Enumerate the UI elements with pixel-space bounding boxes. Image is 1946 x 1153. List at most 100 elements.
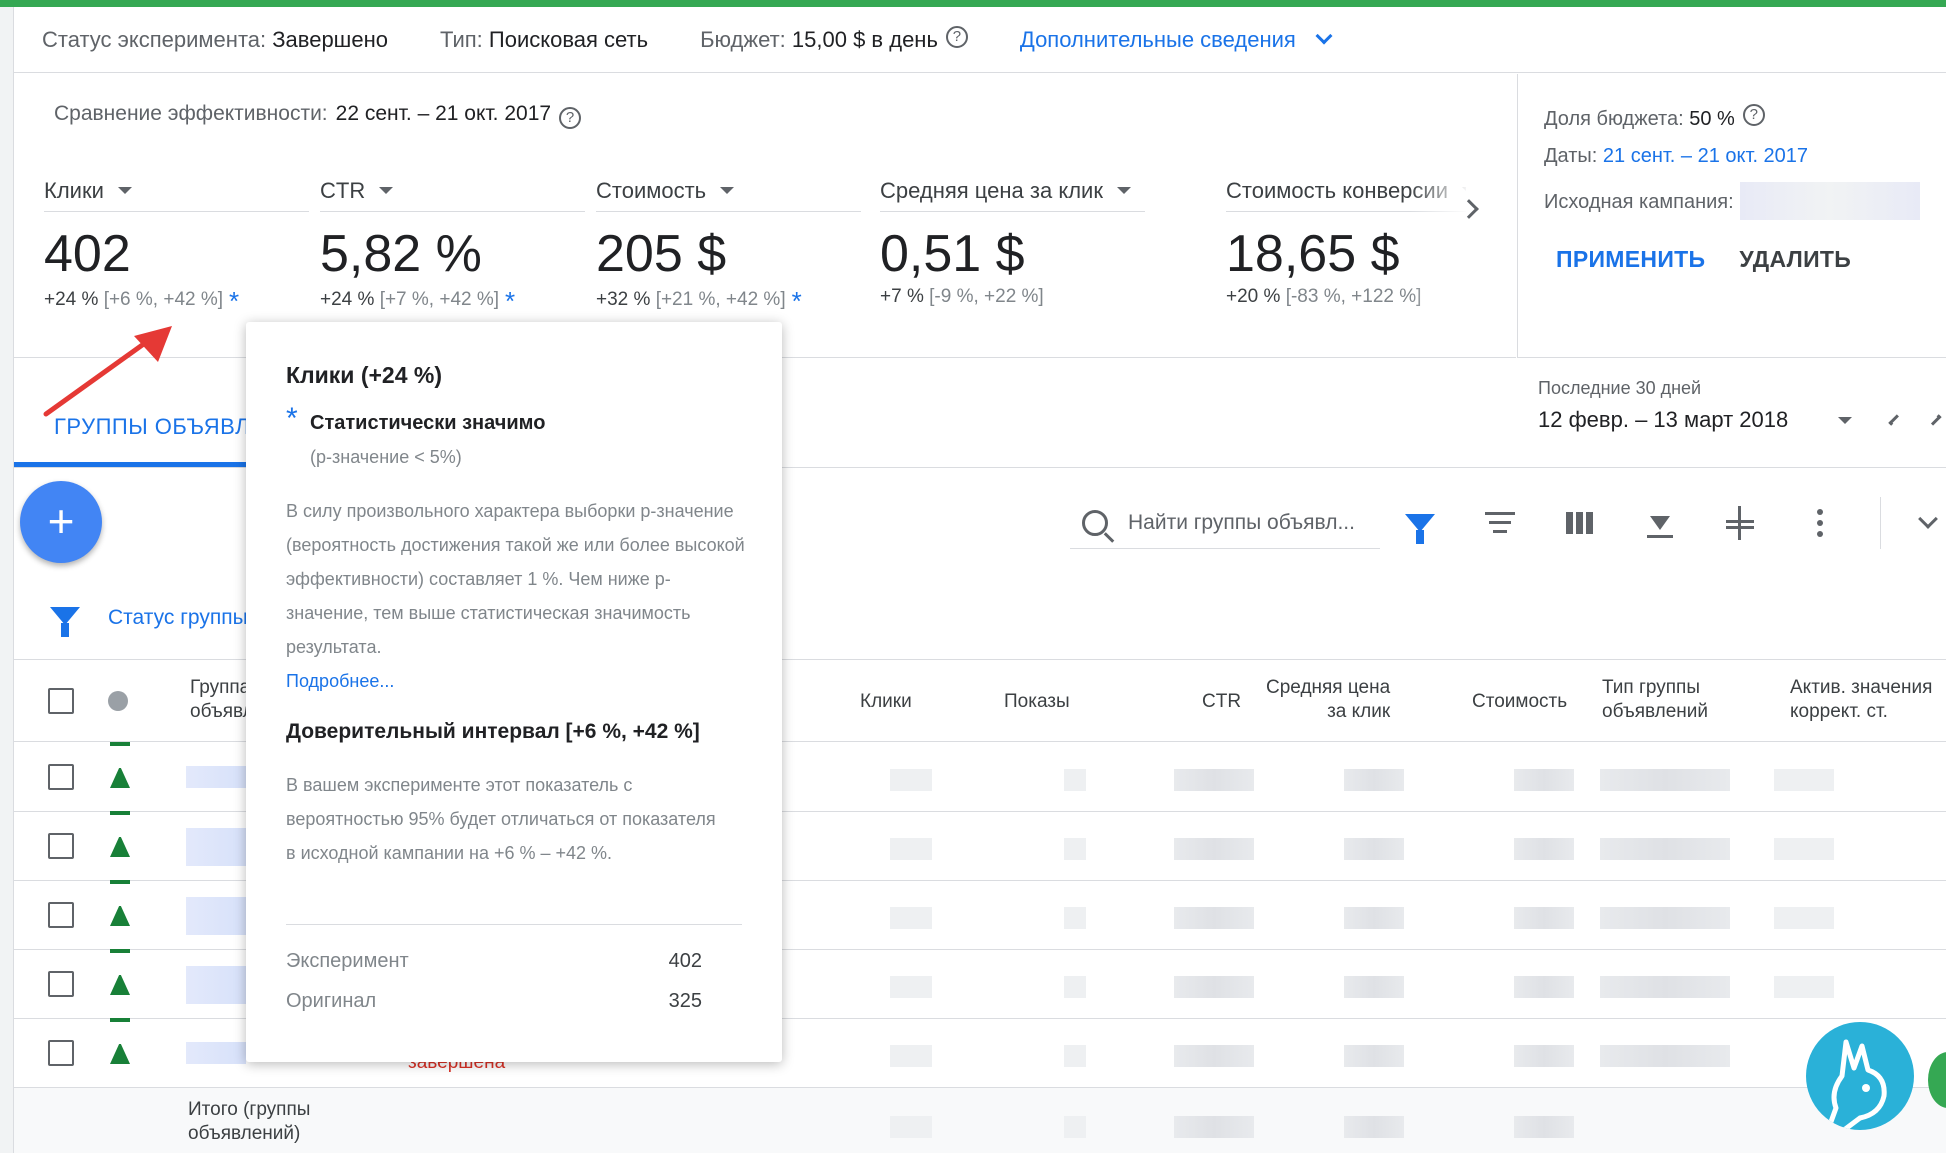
download-button[interactable] — [1620, 497, 1700, 549]
column-header-clicks[interactable]: Клики — [860, 690, 912, 714]
budget-label: Бюджет: — [700, 27, 786, 52]
select-all-checkbox[interactable] — [48, 688, 74, 714]
metric-ctr[interactable]: CTR 5,82 % +24 % [+7 %, +42 %] * — [320, 170, 585, 317]
active-filter-chip[interactable]: Статус группы — [108, 606, 248, 630]
experiment-actions: ПРИМЕНИТЬ УДАЛИТЬ — [1544, 246, 1946, 273]
learn-more-link[interactable]: Подробнее... — [286, 671, 394, 691]
help-icon[interactable]: ? — [1742, 104, 1765, 126]
row-checkbox[interactable] — [48, 1040, 74, 1066]
row-checkbox[interactable] — [48, 971, 74, 997]
experiment-status-bar: Статус эксперимента: Завершено Тип: Поис… — [14, 7, 1946, 73]
comparison-title: Сравнение эффективности: 22 сент. – 21 ок… — [54, 102, 582, 129]
blurred-cell — [1174, 976, 1254, 998]
campaign-type: Тип: Поисковая сеть — [440, 27, 648, 53]
header-line: Тип группы — [1602, 677, 1700, 698]
blurred-cell — [1064, 769, 1086, 791]
metric-value: 402 — [44, 225, 131, 283]
metric-selector[interactable]: Клики — [44, 170, 309, 212]
expand-more-icon[interactable] — [1918, 509, 1938, 529]
column-header-active-bid-adj[interactable]: Актив. значения коррект. ст. — [1790, 676, 1932, 724]
header-line: объявлений — [1602, 701, 1709, 722]
segment-button[interactable] — [1460, 497, 1540, 549]
metric-label: CTR — [320, 177, 366, 203]
column-header-ctr[interactable]: CTR — [1202, 690, 1241, 714]
more-options-button[interactable] — [1780, 497, 1860, 549]
filter-button[interactable] — [1380, 497, 1460, 549]
blurred-cell — [1774, 976, 1834, 998]
column-header-ad-group[interactable]: Группа объявл — [190, 676, 254, 724]
search-box[interactable] — [1070, 497, 1380, 549]
caret-down-icon[interactable] — [1838, 416, 1853, 424]
help-icon[interactable]: ? — [559, 107, 582, 129]
blurred-cell — [1514, 1116, 1574, 1138]
blurred-cell — [1774, 907, 1834, 929]
chevron-right-icon[interactable] — [1930, 414, 1942, 426]
llama-outline — [1825, 1039, 1887, 1130]
metric-confidence-interval: [+6 %, +42 %] — [103, 289, 224, 310]
experiment-flask-icon — [110, 811, 130, 857]
total-row: Итого (группы объявлений) — [14, 1088, 1946, 1153]
blurred-cell — [1174, 907, 1254, 929]
delete-button[interactable]: УДАЛИТЬ — [1739, 246, 1851, 273]
tooltip-significance: Статистически значимо — [310, 412, 546, 434]
metric-delta[interactable]: +7 % [-9 %, +22 %] — [880, 286, 1145, 308]
blurred-cell — [186, 966, 246, 1004]
blurred-cell — [186, 1042, 246, 1064]
date-range-selector[interactable]: 12 февр. – 13 март 2018 — [1538, 407, 1942, 433]
metric-selector[interactable]: CTR — [320, 170, 585, 212]
metric-delta-value: +32 % — [596, 289, 651, 310]
metric-cost[interactable]: Стоимость 205 $ +32 % [+21 %, +42 %] * — [596, 170, 861, 317]
performance-comparison-panel: Сравнение эффективности: 22 сент. – 21 ок… — [14, 74, 1516, 358]
blurred-cell — [1344, 976, 1404, 998]
caret-down-icon — [1116, 187, 1131, 194]
density-button[interactable] — [1700, 497, 1780, 549]
filter-icon — [1405, 514, 1435, 544]
status-dot-icon — [108, 691, 128, 711]
metric-delta[interactable]: +32 % [+21 %, +42 %] * — [596, 286, 861, 317]
column-header-ad-group-type[interactable]: Тип группы объявлений — [1602, 676, 1708, 724]
source-campaign-blurred[interactable] — [1739, 182, 1920, 220]
header-line: объявл — [190, 701, 254, 722]
blurred-cell — [890, 1116, 932, 1138]
blurred-cell — [890, 838, 932, 860]
metric-delta[interactable]: +24 % [+7 %, +42 %] * — [320, 286, 585, 317]
blurred-cell — [1344, 769, 1404, 791]
search-icon[interactable] — [1082, 509, 1108, 536]
date-range-picker[interactable]: Последние 30 дней 12 февр. – 13 март 201… — [1538, 378, 1942, 433]
metric-delta[interactable]: +24 % [+6 %, +42 %] * — [44, 286, 309, 317]
dates-link[interactable]: 21 сент. – 21 окт. 2017 — [1603, 145, 1808, 167]
top-accent-bar — [0, 0, 1946, 7]
row-checkbox[interactable] — [48, 764, 74, 790]
significance-star-icon[interactable]: * — [229, 286, 239, 316]
experiment-flask-icon — [110, 880, 130, 926]
row-checkbox[interactable] — [48, 833, 74, 859]
metric-clicks[interactable]: Клики 402 +24 % [+6 %, +42 %] * — [44, 170, 309, 317]
add-button[interactable]: + — [20, 481, 102, 563]
experiment-dates: Даты: 21 сент. – 21 окт. 2017 — [1544, 145, 1946, 168]
metric-value: 5,82 % — [320, 225, 482, 283]
tooltip-ci-text: В вашем эксперименте этот показатель с в… — [286, 775, 716, 863]
help-icon[interactable]: ? — [945, 26, 968, 48]
column-header-impressions[interactable]: Показы — [1004, 690, 1070, 714]
chevron-left-icon[interactable] — [1888, 414, 1900, 426]
apply-button[interactable]: ПРИМЕНИТЬ — [1556, 246, 1705, 273]
budget: Бюджет: 15,00 $ в день? — [700, 26, 968, 53]
tooltip-original-row: Оригинал 325 — [286, 990, 702, 1013]
metric-selector[interactable]: Средняя цена за клик — [880, 170, 1145, 212]
blurred-cell — [1344, 907, 1404, 929]
more-details-link[interactable]: Дополнительные сведения — [1020, 27, 1333, 53]
significance-star-icon[interactable]: * — [505, 286, 515, 316]
columns-button[interactable] — [1540, 497, 1620, 549]
column-header-avg-cpc[interactable]: Средняя цена за клик — [1266, 676, 1390, 724]
metric-delta-value: +24 % — [320, 289, 375, 310]
significance-star-icon[interactable]: * — [792, 286, 802, 316]
blurred-cell — [1064, 1045, 1086, 1067]
metric-selector[interactable]: Стоимость — [596, 170, 861, 212]
row-checkbox[interactable] — [48, 902, 74, 928]
search-input[interactable] — [1128, 510, 1368, 535]
blurred-cell — [1064, 1116, 1086, 1138]
column-header-cost[interactable]: Стоимость — [1472, 690, 1567, 714]
blurred-cell — [1514, 1045, 1574, 1067]
metric-avg-cpc[interactable]: Средняя цена за клик 0,51 $ +7 % [-9 %, … — [880, 170, 1145, 308]
llama-logo-icon — [1806, 1022, 1914, 1130]
